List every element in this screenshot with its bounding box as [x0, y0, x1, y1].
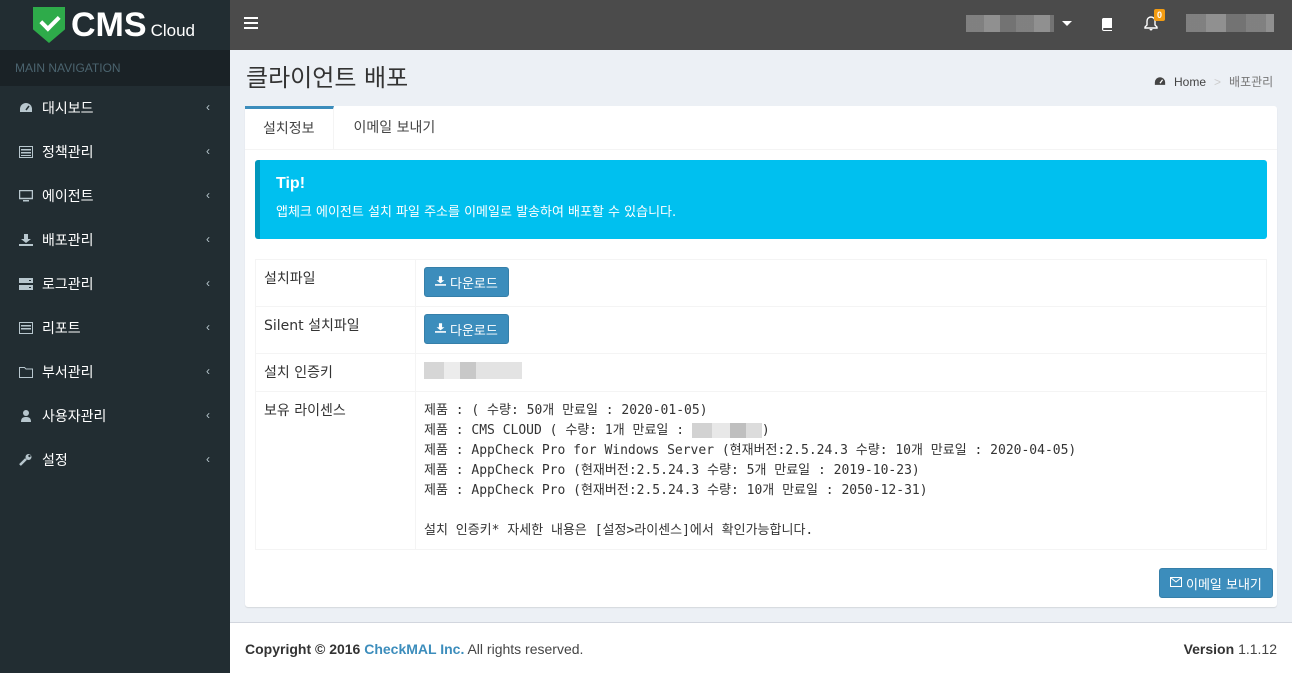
- download-label: 다운로드: [450, 323, 498, 339]
- download-icon: [18, 233, 34, 247]
- account-selector-redacted[interactable]: [966, 15, 1054, 32]
- version-label: Version: [1183, 641, 1235, 657]
- auth-key-label: 설치 인증키: [255, 353, 416, 392]
- install-file-label: 설치파일: [255, 259, 416, 307]
- license-line: 제품 : AppCheck Pro (현재버전:2.5.24.3 수량: 10개…: [424, 483, 928, 498]
- silent-download-button[interactable]: 다운로드: [424, 314, 509, 344]
- top-navbar: 0: [230, 0, 1292, 50]
- sidebar-item-settings[interactable]: 설정 ‹: [0, 438, 230, 482]
- sidebar-item-label: 대시보드: [42, 100, 94, 116]
- user-icon: [18, 409, 34, 423]
- license-line: 제품 : AppCheck Pro (현재버전:2.5.24.3 수량: 5개 …: [424, 463, 920, 478]
- breadcrumb: Home > 배포관리: [1154, 73, 1273, 90]
- folder-icon: [18, 365, 34, 379]
- book-icon[interactable]: [1100, 17, 1114, 31]
- sidebar-item-label: 설정: [42, 452, 68, 468]
- sidebar: CMS Cloud MAIN NAVIGATION 대시보드 ‹ 정책관리 ‹ …: [0, 0, 230, 673]
- caret-down-icon[interactable]: [1062, 21, 1072, 26]
- license-line-prefix: 제품 : CMS CLOUD ( 수량: 1개 만료일 :: [424, 423, 692, 438]
- callout-title: Tip!: [276, 175, 306, 192]
- sidebar-item-label: 정책관리: [42, 144, 94, 160]
- sidebar-item-dashboard[interactable]: 대시보드 ‹: [0, 86, 230, 130]
- table-row: 보유 라이센스 제품 : ( 수량: 50개 만료일 : 2020-01-05)…: [255, 391, 1267, 550]
- dashboard-icon: [1154, 76, 1166, 88]
- table-row: 설치 인증키: [255, 353, 1267, 392]
- sidebar-item-department[interactable]: 부서관리 ‹: [0, 350, 230, 394]
- chevron-left-icon: ‹: [206, 144, 210, 158]
- table-row: 설치파일 다운로드: [255, 259, 1267, 307]
- footer: Copyright © 2016 CheckMAL Inc. All right…: [230, 622, 1292, 673]
- download-icon: [435, 275, 446, 289]
- report-icon: [18, 321, 34, 335]
- chevron-left-icon: ‹: [206, 232, 210, 246]
- send-email-button[interactable]: 이메일 보내기: [1159, 568, 1273, 598]
- copyright: Copyright © 2016 CheckMAL Inc. All right…: [245, 641, 583, 657]
- version: Version 1.1.12: [1184, 641, 1277, 657]
- sidebar-item-label: 에이전트: [42, 188, 94, 204]
- license-line: 제품 : AppCheck Pro for Windows Server (현재…: [424, 443, 1077, 458]
- sidebar-item-label: 리포트: [42, 320, 81, 336]
- download-label: 다운로드: [450, 276, 498, 292]
- install-info-table: 설치파일 다운로드 Silent 설치파일 다운로드 설치 인증키 보유 라이센…: [255, 259, 1267, 550]
- license-label: 보유 라이센스: [255, 391, 416, 550]
- sidebar-item-label: 로그관리: [42, 276, 94, 292]
- chevron-left-icon: ‹: [206, 276, 210, 290]
- tab-install-info[interactable]: 설치정보: [245, 106, 334, 150]
- download-button[interactable]: 다운로드: [424, 267, 509, 297]
- notification-badge: 0: [1154, 9, 1166, 21]
- tab-bar: 설치정보 이메일 보내기: [245, 106, 1277, 150]
- sidebar-item-users[interactable]: 사용자관리 ‹: [0, 394, 230, 438]
- chevron-left-icon: ‹: [206, 320, 210, 334]
- callout-text: 앱체크 에이전트 설치 파일 주소를 이메일로 발송하여 배포할 수 있습니다.: [276, 205, 677, 220]
- license-line: 제품 : CMS CLOUD ( 수량: 1개 만료일 : ): [424, 421, 1258, 441]
- tip-callout: Tip! 앱체크 에이전트 설치 파일 주소를 이메일로 발송하여 배포할 수 …: [255, 160, 1267, 239]
- breadcrumb-separator: >: [1214, 74, 1222, 89]
- sidebar-item-label: 부서관리: [42, 364, 94, 380]
- sidebar-item-report[interactable]: 리포트 ‹: [0, 306, 230, 350]
- logo-brand: CMS: [71, 6, 147, 44]
- license-line-suffix: ): [761, 423, 770, 438]
- silent-file-label: Silent 설치파일: [255, 306, 416, 354]
- tab-send-email[interactable]: 이메일 보내기: [334, 106, 454, 150]
- breadcrumb-current: 배포관리: [1229, 75, 1274, 89]
- desktop-icon: [18, 189, 34, 203]
- wrench-icon: [18, 453, 34, 467]
- license-note: 설치 인증키* 자세한 내용은 [설정>라이센스]에서 확인가능합니다.: [424, 523, 814, 538]
- server-icon: [18, 277, 34, 291]
- page-title: 클라이언트 배포: [246, 64, 409, 92]
- content-header: 클라이언트 배포: [246, 58, 408, 93]
- menu-toggle-icon[interactable]: [244, 17, 258, 31]
- company-link[interactable]: CheckMAL Inc.: [364, 641, 464, 657]
- sidebar-item-deploy[interactable]: 배포관리 ‹: [0, 218, 230, 262]
- sidebar-item-label: 사용자관리: [42, 408, 107, 424]
- chevron-left-icon: ‹: [206, 408, 210, 422]
- license-line: 제품 : ( 수량: 50개 만료일 : 2020-01-05): [424, 403, 708, 418]
- chevron-left-icon: ‹: [206, 188, 210, 202]
- logo[interactable]: CMS Cloud: [0, 0, 230, 50]
- logo-suffix: Cloud: [150, 21, 195, 40]
- chevron-left-icon: ‹: [206, 452, 210, 466]
- expiry-redacted: [691, 423, 762, 438]
- sidebar-item-log[interactable]: 로그관리 ‹: [0, 262, 230, 306]
- copyright-prefix: Copyright © 2016: [245, 641, 361, 657]
- shield-check-icon: [33, 7, 65, 43]
- chevron-left-icon: ‹: [206, 100, 210, 114]
- envelope-icon: [1170, 576, 1182, 590]
- dashboard-icon: [18, 101, 34, 115]
- list-icon: [18, 145, 34, 159]
- rights-text: All rights reserved.: [467, 641, 584, 657]
- download-icon: [435, 322, 446, 336]
- version-number: 1.1.12: [1238, 641, 1277, 657]
- sidebar-item-agent[interactable]: 에이전트 ‹: [0, 174, 230, 218]
- table-row: Silent 설치파일 다운로드: [255, 306, 1267, 354]
- send-email-label: 이메일 보내기: [1186, 577, 1262, 593]
- breadcrumb-home[interactable]: Home: [1174, 75, 1206, 89]
- sidebar-item-policy[interactable]: 정책관리 ‹: [0, 130, 230, 174]
- deploy-panel: 설치정보 이메일 보내기 Tip! 앱체크 에이전트 설치 파일 주소를 이메일…: [245, 106, 1277, 607]
- chevron-left-icon: ‹: [206, 364, 210, 378]
- auth-key-redacted: [424, 362, 522, 379]
- nav-header: MAIN NAVIGATION: [0, 50, 230, 86]
- sidebar-item-label: 배포관리: [42, 232, 94, 248]
- user-menu-redacted[interactable]: [1186, 14, 1274, 32]
